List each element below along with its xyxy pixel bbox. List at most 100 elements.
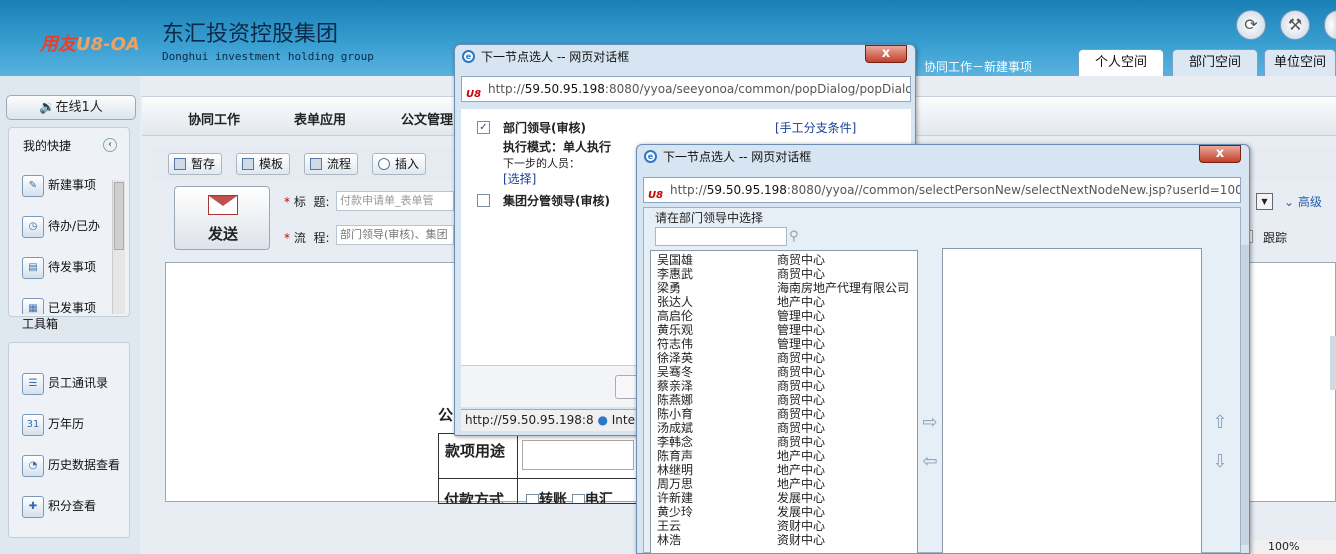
refresh-icon[interactable]: ⟳	[1236, 10, 1266, 40]
person-department: 地产中心	[777, 477, 826, 491]
tab-unit-space[interactable]: 单位空间	[1264, 49, 1336, 76]
person-department: 商贸中心	[777, 435, 826, 449]
person-name: 吴国雄	[657, 253, 694, 267]
person-row[interactable]: 梁勇 海南房地产代理有限公司	[657, 281, 919, 295]
quick-panel-title: 我的快捷	[23, 139, 72, 153]
tools-icon[interactable]: ⚒	[1280, 10, 1310, 40]
logo-brand: 用友	[40, 34, 76, 55]
online-users-button[interactable]: 🔉在线1人	[6, 95, 136, 120]
transfer-checkbox[interactable]	[526, 493, 539, 503]
node1-checkbox[interactable]: ✓	[477, 121, 490, 134]
title-input[interactable]: 付款申请单_表单管	[336, 191, 454, 211]
flow-label: * 流 程:	[284, 231, 330, 245]
dialog1-address-bar: U8 http://59.50.95.198:8080/yyoa/seeyonoa…	[461, 76, 911, 102]
exit-icon[interactable]	[1324, 10, 1336, 40]
selected-person-list[interactable]	[942, 248, 1202, 554]
quick-item-todo[interactable]: ◷ 待办/已办	[14, 212, 100, 240]
person-row[interactable]: 高启伦 管理中心	[657, 309, 919, 323]
menu-collaboration[interactable]: 协同工作	[188, 109, 240, 128]
remove-left-arrow-icon[interactable]: ⇦	[920, 451, 940, 472]
tab-department-space[interactable]: 部门空间	[1172, 49, 1258, 76]
person-row[interactable]: 陈育声 地产中心	[657, 449, 919, 463]
person-row[interactable]: 符志伟 管理中心	[657, 337, 919, 351]
online-users-label: 在线1人	[55, 100, 103, 115]
tool-address-book[interactable]: ☰ 员工通讯录	[14, 369, 108, 397]
speaker-icon: 🔉	[39, 100, 56, 115]
purpose-input[interactable]	[522, 440, 634, 470]
template-button[interactable]: 模板	[236, 153, 291, 175]
dialog1-title: 下一节点选人 -- 网页对话框	[481, 50, 630, 64]
chevron-down-icon: ⌄	[1284, 195, 1298, 209]
person-department: 管理中心	[777, 337, 826, 351]
person-row[interactable]: 吴国雄 商贸中心	[657, 253, 919, 267]
person-row[interactable]: 黄少玲 发展中心	[657, 505, 919, 519]
payment-label: 付款方式	[444, 491, 505, 504]
select-link[interactable]: [选择]	[503, 170, 536, 187]
manual-branch-link[interactable]: [手工分支条件]	[775, 119, 856, 136]
send-button[interactable]: 发送	[174, 186, 270, 250]
person-department: 商贸中心	[777, 407, 826, 421]
insert-button[interactable]: 插入	[372, 153, 427, 175]
selection-prompt: 请在部门领导中选择	[655, 211, 764, 225]
person-row[interactable]: 张达人 地产中心	[657, 295, 919, 309]
tool-calendar[interactable]: 31 万年历	[14, 410, 84, 438]
dialog2-close-button[interactable]: x	[1199, 145, 1241, 163]
person-row[interactable]: 吴骞冬 商贸中心	[657, 365, 919, 379]
flow-input[interactable]: 部门领导(审核)、集团	[336, 225, 454, 245]
person-row[interactable]: 黄乐观 管理中心	[657, 323, 919, 337]
person-row[interactable]: 徐泽英 商贸中心	[657, 351, 919, 365]
person-department: 商贸中心	[777, 365, 826, 379]
add-right-arrow-icon[interactable]: ⇨	[920, 412, 940, 433]
zoom-indicator[interactable]: 100%	[1250, 540, 1336, 554]
quick-item-pending[interactable]: ▤ 待发事项	[14, 253, 96, 281]
person-row[interactable]: 林继明 地产中心	[657, 463, 919, 477]
workflow-button[interactable]: 流程	[304, 153, 359, 175]
menu-forms[interactable]: 表单应用	[294, 109, 346, 128]
ie-icon: e	[644, 150, 657, 163]
pending-icon: ▤	[22, 257, 44, 279]
dialog1-close-button[interactable]: x	[865, 45, 907, 63]
person-row[interactable]: 周万思 地产中心	[657, 477, 919, 491]
tool-points[interactable]: ✚ 积分查看	[14, 492, 96, 520]
node2-label: 集团分管领导(审核)	[503, 194, 610, 208]
save-icon	[174, 158, 186, 170]
person-row[interactable]: 林浩 资财中心	[657, 533, 919, 547]
person-department: 商贸中心	[777, 351, 826, 365]
quick-item-label: 待发事项	[48, 260, 97, 274]
person-row[interactable]: 汤成斌 商贸中心	[657, 421, 919, 435]
person-department: 发展中心	[777, 505, 826, 519]
tool-label: 员工通讯录	[48, 376, 109, 390]
move-down-arrow-icon[interactable]: ⇩	[1210, 451, 1230, 472]
person-row[interactable]: 蔡亲泽 商贸中心	[657, 379, 919, 393]
dialog1-url-host: 59.50.95.198	[524, 82, 605, 96]
advanced-link[interactable]: ⌄ 高级	[1284, 193, 1322, 210]
dialog2-url-host: 59.50.95.198	[706, 183, 787, 197]
person-row[interactable]: 许新建 发展中心	[657, 491, 919, 505]
person-search-input[interactable]	[655, 227, 787, 246]
quick-item-new[interactable]: ✎ 新建事项	[14, 171, 96, 199]
dialog2-url-prefix: http://	[670, 183, 707, 197]
quick-scrollbar[interactable]	[112, 180, 125, 314]
person-list[interactable]: 吴国雄 商贸中心 李惠武 商贸中心 梁勇 海南房地产代理有限公司 张达人 地产中心 高启伦 管理中…	[650, 250, 918, 554]
dropdown-arrow-icon[interactable]: ▼	[1256, 193, 1273, 210]
person-department: 管理中心	[777, 309, 826, 323]
node2-checkbox[interactable]	[477, 194, 490, 207]
person-row[interactable]: 陈小育 商贸中心	[657, 407, 919, 421]
save-draft-button[interactable]: 暂存	[168, 153, 223, 175]
menu-documents[interactable]: 公文管理	[401, 109, 453, 128]
person-name: 陈小育	[657, 407, 694, 421]
search-icon[interactable]: ⚲	[789, 229, 799, 244]
wire-checkbox[interactable]	[571, 493, 585, 503]
document-heading: 公	[438, 406, 454, 424]
collapse-icon[interactable]: ‹	[103, 138, 117, 152]
quick-item-sent[interactable]: ▦ 已发事项	[14, 294, 96, 314]
person-row[interactable]: 李韩念 商贸中心	[657, 435, 919, 449]
scroll-thumb[interactable]	[114, 182, 124, 250]
right-scrollbar[interactable]	[1330, 336, 1336, 390]
move-up-arrow-icon[interactable]: ⇧	[1210, 412, 1230, 433]
person-row[interactable]: 陈燕娜 商贸中心	[657, 393, 919, 407]
tool-history[interactable]: ◔ 历史数据查看	[14, 451, 120, 479]
person-row[interactable]: 李惠武 商贸中心	[657, 267, 919, 281]
person-row[interactable]: 王云 资财中心	[657, 519, 919, 533]
tab-personal-space[interactable]: 个人空间	[1078, 49, 1164, 76]
